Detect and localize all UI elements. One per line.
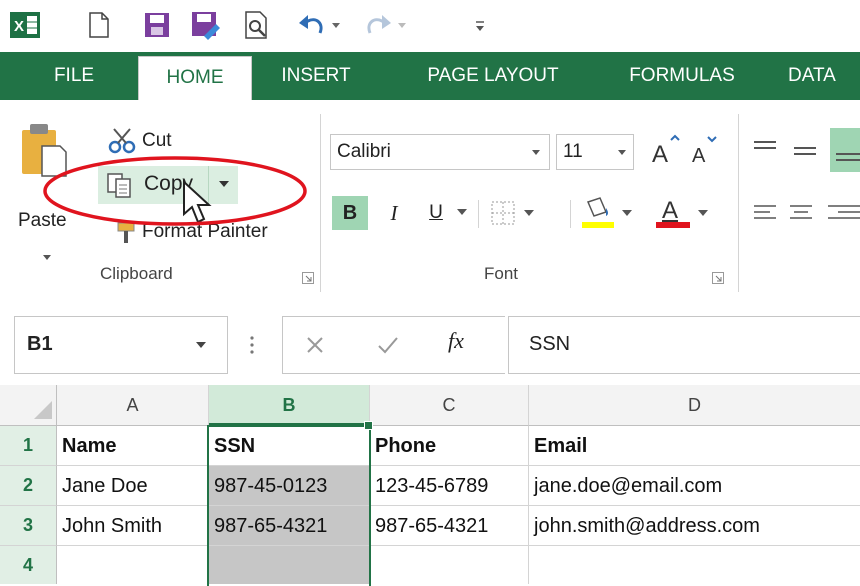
italic-button[interactable]: I xyxy=(378,196,410,230)
formula-input[interactable]: SSN xyxy=(508,316,860,374)
row-header-1[interactable]: 1 xyxy=(0,426,57,466)
formula-input-value: SSN xyxy=(529,333,571,355)
grow-font-button[interactable]: A xyxy=(648,134,682,168)
underline-button[interactable]: U xyxy=(420,196,452,230)
cell-b1[interactable]: SSN xyxy=(209,426,370,466)
annotation-ellipse xyxy=(43,156,307,226)
cell-a4[interactable] xyxy=(57,546,209,584)
cell-c3[interactable]: 987-65-4321 xyxy=(370,506,529,546)
align-middle-icon xyxy=(794,147,816,155)
cell-d4[interactable] xyxy=(529,546,860,584)
print-preview-icon[interactable] xyxy=(240,10,274,40)
ribbon-tab-bar: FILE HOME INSERT PAGE LAYOUT FORMULAS DA… xyxy=(0,52,860,103)
ribbon-separator xyxy=(570,200,571,228)
svg-text:A: A xyxy=(662,197,678,224)
column-header-a[interactable]: A xyxy=(57,385,209,426)
row-header-4[interactable]: 4 xyxy=(0,546,57,584)
formula-bar-area: B1 fx SSN xyxy=(0,300,860,392)
cancel-icon[interactable] xyxy=(304,334,326,356)
tab-page-layout[interactable]: PAGE LAYOUT xyxy=(408,52,578,100)
cell-b2[interactable]: 987-45-0123 xyxy=(209,466,370,506)
enter-check-icon[interactable] xyxy=(376,334,400,356)
ribbon-home: Paste Cut Copy Format Painter Clipboard … xyxy=(0,100,860,301)
select-all-corner[interactable] xyxy=(0,385,57,426)
font-color-icon: A xyxy=(656,197,708,228)
cell-a1[interactable]: Name xyxy=(57,426,209,466)
tab-data[interactable]: DATA xyxy=(788,52,860,100)
align-middle-button[interactable] xyxy=(790,134,822,168)
cell-d3[interactable]: john.smith@address.com xyxy=(529,506,860,546)
chevron-down-icon[interactable] xyxy=(195,341,207,351)
font-launcher-icon[interactable] xyxy=(712,272,724,284)
cell-c2[interactable]: 123-45-6789 xyxy=(370,466,529,506)
save-as-icon[interactable] xyxy=(188,10,224,40)
save-icon[interactable] xyxy=(140,10,174,40)
cell-a2[interactable]: Jane Doe xyxy=(57,466,209,506)
column-header-b[interactable]: B xyxy=(209,385,370,426)
paste-dropdown-icon[interactable] xyxy=(42,254,52,262)
tab-home[interactable]: HOME xyxy=(138,56,252,103)
font-name-value: Calibri xyxy=(337,141,391,162)
row-header-2[interactable]: 2 xyxy=(0,466,57,506)
cell-d1[interactable]: Email xyxy=(529,426,860,466)
name-box[interactable]: B1 xyxy=(14,316,228,374)
align-top-button[interactable] xyxy=(750,134,782,168)
excel-logo-icon: X xyxy=(8,10,42,40)
ribbon-separator xyxy=(478,200,479,228)
select-all-icon xyxy=(34,401,52,419)
scissors-icon xyxy=(108,128,136,154)
tab-file[interactable]: FILE xyxy=(38,52,110,100)
tab-insert[interactable]: INSERT xyxy=(268,52,364,100)
svg-text:A: A xyxy=(692,145,706,167)
font-size-combobox[interactable]: 11 xyxy=(556,134,634,170)
align-bottom-button[interactable] xyxy=(830,128,860,172)
insert-function-icon[interactable]: fx xyxy=(448,328,464,354)
cell-b4[interactable] xyxy=(209,546,370,584)
row-header-3[interactable]: 3 xyxy=(0,506,57,546)
borders-icon xyxy=(491,201,534,225)
cell-b3[interactable]: 987-65-4321 xyxy=(209,506,370,546)
ribbon-separator xyxy=(738,114,739,292)
paint-bucket-icon xyxy=(582,197,632,228)
ribbon-separator xyxy=(320,114,321,292)
quick-access-toolbar: X xyxy=(0,0,860,52)
cell-c1[interactable]: Phone xyxy=(370,426,529,466)
align-top-icon xyxy=(754,141,776,149)
column-header-c[interactable]: C xyxy=(370,385,529,426)
redo-icon[interactable] xyxy=(362,10,412,40)
fill-handle[interactable] xyxy=(364,421,373,430)
tab-formulas[interactable]: FORMULAS xyxy=(612,52,752,100)
font-size-value: 11 xyxy=(563,141,583,162)
cell-d2[interactable]: jane.doe@email.com xyxy=(529,466,860,506)
spreadsheet-grid: A B C D 1 Name SSN Phone Email 2 Jane Do… xyxy=(0,385,860,586)
formula-bar-grip-icon[interactable] xyxy=(248,334,256,356)
svg-text:A: A xyxy=(652,141,668,168)
svg-text:X: X xyxy=(14,18,24,35)
align-bottom-icon xyxy=(836,153,860,161)
font-group-label: Font xyxy=(484,264,519,283)
cut-label: Cut xyxy=(142,130,172,151)
shrink-font-button[interactable]: A xyxy=(688,134,722,168)
grow-font-icon: A xyxy=(652,134,680,168)
new-document-icon[interactable] xyxy=(84,10,114,40)
borders-button[interactable] xyxy=(488,196,554,230)
clipboard-launcher-icon[interactable] xyxy=(302,272,314,284)
column-header-d[interactable]: D xyxy=(529,385,860,426)
fill-color-button[interactable] xyxy=(578,194,648,232)
clipboard-group-label: Clipboard xyxy=(100,264,173,283)
chevron-down-icon[interactable] xyxy=(617,149,627,157)
customize-qat-icon[interactable] xyxy=(470,10,490,40)
bold-button[interactable]: B xyxy=(332,196,368,230)
name-box-value: B1 xyxy=(27,333,53,355)
shrink-font-icon: A xyxy=(692,136,717,167)
font-name-combobox[interactable]: Calibri xyxy=(330,134,550,170)
undo-icon[interactable] xyxy=(294,10,344,40)
cell-c4[interactable] xyxy=(370,546,529,584)
font-color-button[interactable]: A xyxy=(652,194,722,232)
align-text-icon xyxy=(754,205,860,219)
chevron-down-icon[interactable] xyxy=(531,149,541,157)
cell-a3[interactable]: John Smith xyxy=(57,506,209,546)
alignment-buttons[interactable] xyxy=(750,196,860,230)
underline-dropdown-icon[interactable] xyxy=(456,208,468,218)
